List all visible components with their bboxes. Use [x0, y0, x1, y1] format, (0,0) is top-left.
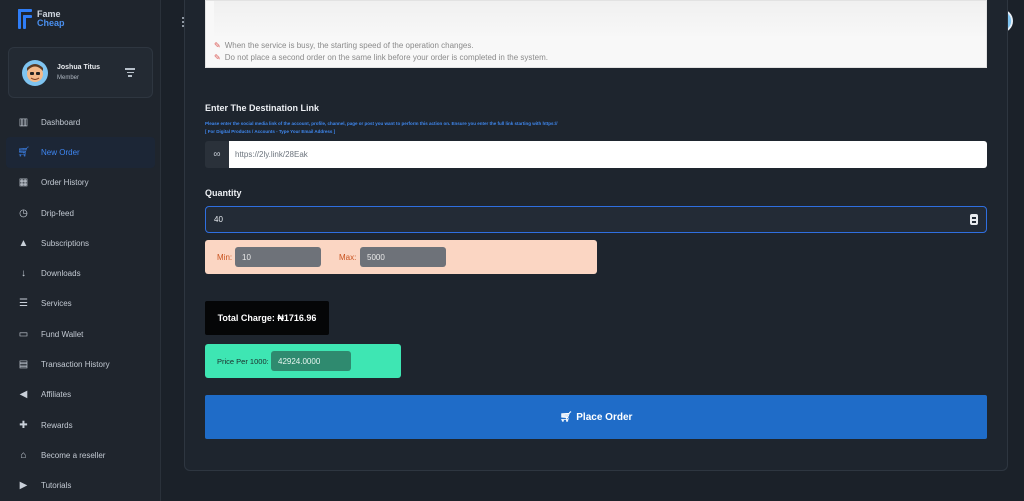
sidebar-item-become-a-reseller[interactable]: ⌂ Become a reseller — [6, 440, 155, 470]
place-order-button[interactable]: 🛒︎ Place Order — [205, 395, 987, 439]
link-icon: ∞ — [205, 141, 229, 168]
cart-icon: 🛒︎ — [17, 146, 30, 158]
user-name: Joshua Titus — [57, 64, 101, 71]
clock-icon: ◷ — [19, 207, 28, 219]
sidebar-item-new-order[interactable]: 🛒︎ New Order — [6, 137, 155, 168]
wallet-icon: ▭ — [18, 328, 29, 340]
link-help-text: Please enter the social media link of th… — [205, 121, 558, 126]
sidebar-item-tutorials[interactable]: ▶ Tutorials — [6, 471, 155, 501]
avatar[interactable] — [22, 60, 48, 86]
sidebar-item-label: New Order — [41, 147, 80, 157]
pin-icon: ✎ — [214, 53, 221, 62]
cart-icon: 🛒︎ — [559, 411, 573, 423]
info-line-1: When the service is busy, the starting s… — [224, 41, 474, 50]
sidebar-item-fund-wallet[interactable]: ▭ Fund Wallet — [6, 319, 155, 349]
sidebar-item-dashboard[interactable]: ▥ Dashboard — [6, 107, 155, 137]
quantity-stepper[interactable] — [970, 214, 978, 225]
quantity-label: Quantity — [205, 188, 242, 198]
sidebar-item-label: Subscriptions — [41, 238, 90, 248]
max-value: 5000 — [360, 247, 446, 267]
destination-link-input[interactable] — [229, 141, 987, 168]
sidebar-nav: ▥ Dashboard 🛒︎ New Order ▦ Order History ◷ Drip… — [6, 107, 155, 501]
link-label: Enter The Destination Link — [205, 103, 320, 113]
info-line-2: Do not place a second order on the same … — [224, 53, 548, 62]
gift-icon: ✚ — [19, 419, 28, 431]
sidebar: Fame Cheap Joshua Titus Member ▥ Dashboar… — [0, 0, 161, 501]
sidebar-item-label: Become a reseller — [41, 450, 106, 460]
thumbs-up-icon: ▲ — [18, 237, 29, 249]
sidebar-item-label: Order History — [41, 178, 89, 188]
price-per-1000-value: 42924.0000 — [271, 351, 351, 371]
sidebar-item-label: Fund Wallet — [41, 329, 84, 339]
quantity-input[interactable]: 40 — [205, 206, 987, 233]
logo-icon — [18, 9, 34, 29]
play-icon: ▶ — [19, 480, 28, 492]
megaphone-icon: ◀ — [19, 389, 28, 401]
pin-icon: ✎ — [214, 41, 221, 50]
sidebar-item-label: Services — [41, 299, 72, 309]
sidebar-item-order-history[interactable]: ▦ Order History — [6, 168, 155, 198]
store-icon: ⌂ — [20, 449, 27, 461]
service-info-box: ✎ When the service is busy, the starting… — [205, 0, 987, 68]
quantity-limits: Min: 10 Max: 5000 — [205, 240, 597, 274]
chart-icon: ▥ — [18, 116, 29, 128]
total-charge: Total Charge: ₦1716.96 — [205, 301, 329, 335]
calendar-icon: ▦ — [18, 177, 29, 189]
sidebar-item-label: Dashboard — [41, 117, 81, 127]
arrow-down-icon: ↓ — [21, 268, 26, 280]
sidebar-item-label: Rewards — [41, 420, 73, 430]
user-role: Member — [57, 75, 80, 81]
sidebar-item-drip-feed[interactable]: ◷ Drip-feed — [6, 198, 155, 228]
sidebar-item-affiliates[interactable]: ◀ Affiliates — [6, 380, 155, 410]
min-label: Min: — [217, 253, 233, 262]
sidebar-item-downloads[interactable]: ↓ Downloads — [6, 258, 155, 288]
sidebar-item-label: Tutorials — [41, 481, 72, 491]
receipt-icon: ▤ — [18, 359, 29, 371]
filter-icon[interactable] — [125, 68, 135, 77]
sidebar-item-services[interactable]: ☰ Services — [6, 289, 155, 319]
list-icon: ☰ — [19, 298, 28, 310]
place-order-label: Place Order — [576, 411, 633, 423]
sidebar-item-label: Affiliates — [41, 390, 72, 400]
min-value: 10 — [235, 247, 321, 267]
sidebar-item-label: Drip-feed — [41, 208, 74, 218]
price-per-1000-label: Price Per 1000: — [217, 357, 269, 366]
max-label: Max: — [339, 253, 357, 262]
sidebar-item-rewards[interactable]: ✚ Rewards — [6, 410, 155, 440]
brand-logo[interactable]: Fame Cheap — [18, 9, 65, 29]
quantity-value: 40 — [214, 215, 223, 224]
user-card: Joshua Titus Member — [8, 47, 153, 98]
sidebar-item-label: Downloads — [41, 269, 81, 279]
link-input-group: ∞ — [205, 141, 987, 168]
link-help-note: [ For Digital Products / Accounts - Type… — [205, 129, 336, 134]
price-per-1000: Price Per 1000: 42924.0000 — [205, 344, 401, 378]
sidebar-item-subscriptions[interactable]: ▲ Subscriptions — [6, 228, 155, 258]
brand-line2: Cheap — [37, 18, 65, 28]
sidebar-item-transaction-history[interactable]: ▤ Transaction History — [6, 349, 155, 379]
sidebar-item-label: Transaction History — [41, 360, 110, 370]
